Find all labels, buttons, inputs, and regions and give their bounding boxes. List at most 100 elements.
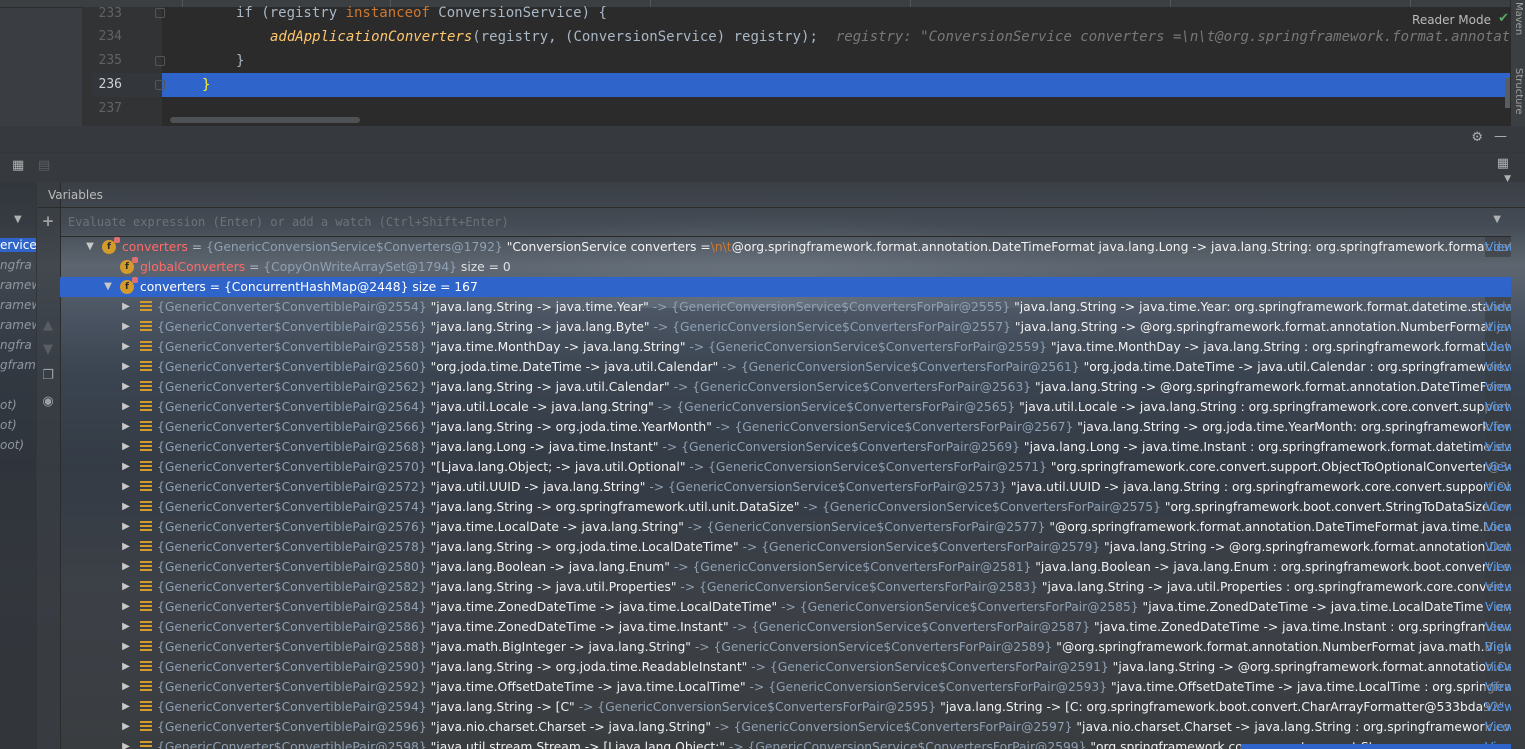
chevron-right-icon[interactable]: ▶	[120, 717, 132, 737]
map-entry-row[interactable]: ▶ {GenericConverter$ConvertiblePair@2592}…	[60, 677, 1511, 697]
frame-item[interactable]: ngfra	[0, 258, 36, 272]
frame-item-selected[interactable]: ervice	[0, 238, 36, 252]
map-entry-row[interactable]: ▶ {GenericConverter$ConvertiblePair@2574}…	[60, 497, 1511, 517]
frame-item[interactable]: ramewo	[0, 278, 36, 292]
view-link[interactable]: View	[1485, 437, 1511, 457]
map-entry-row[interactable]: ▶ {GenericConverter$ConvertiblePair@2572}…	[60, 477, 1511, 497]
chevron-right-icon[interactable]: ▶	[120, 637, 132, 657]
view-link[interactable]: View	[1485, 537, 1511, 557]
map-entry-row[interactable]: ▶ {GenericConverter$ConvertiblePair@2582}…	[60, 577, 1511, 597]
move-down-icon[interactable]: ▼	[40, 342, 56, 357]
dropdown-icon[interactable]: ▼	[14, 214, 22, 225]
dropdown-icon[interactable]: ▼	[1504, 174, 1511, 184]
chevron-right-icon[interactable]: ▶	[120, 677, 132, 697]
splitter[interactable]	[82, 7, 92, 126]
add-watch-icon[interactable]: +	[40, 212, 56, 230]
frame-item[interactable]: ramewo	[0, 298, 36, 312]
chevron-right-icon[interactable]: ▶	[120, 337, 132, 357]
structure-tool-tab[interactable]: Structure	[1512, 68, 1524, 126]
map-entry-row[interactable]: ▶ {GenericConverter$ConvertiblePair@2560}…	[60, 357, 1511, 377]
map-entry-row[interactable]: ▶ {GenericConverter$ConvertiblePair@2586}…	[60, 617, 1511, 637]
code-lines[interactable]: if (registry instanceof ConversionServic…	[162, 5, 1519, 126]
chevron-right-icon[interactable]: ▶	[120, 697, 132, 717]
chevron-right-icon[interactable]: ▶	[120, 297, 132, 317]
map-entry-row[interactable]: ▶ {GenericConverter$ConvertiblePair@2568}…	[60, 437, 1511, 457]
chevron-right-icon[interactable]: ▶	[120, 397, 132, 417]
map-entry-row[interactable]: ▶ {GenericConverter$ConvertiblePair@2562}…	[60, 377, 1511, 397]
map-entry-row[interactable]: ▶ {GenericConverter$ConvertiblePair@2578}…	[60, 537, 1511, 557]
chevron-right-icon[interactable]: ▶	[120, 437, 132, 457]
chevron-right-icon[interactable]: ▶	[120, 317, 132, 337]
view-link[interactable]: View	[1485, 357, 1511, 377]
map-entry-row[interactable]: ▶ {GenericConverter$ConvertiblePair@2558}…	[60, 337, 1511, 357]
view-link[interactable]: View	[1485, 457, 1511, 477]
view-link[interactable]: View	[1485, 637, 1511, 657]
chevron-right-icon[interactable]: ▶	[120, 457, 132, 477]
chevron-right-icon[interactable]: ▶	[120, 537, 132, 557]
layout-icon[interactable]: ▦	[1497, 156, 1509, 171]
view-link[interactable]: View	[1485, 477, 1511, 497]
map-entry-row[interactable]: ▶ {GenericConverter$ConvertiblePair@2566}…	[60, 417, 1511, 437]
view-link[interactable]: View	[1485, 517, 1511, 537]
map-entry-row[interactable]: ▶ {GenericConverter$ConvertiblePair@2588}…	[60, 637, 1511, 657]
code-editor[interactable]: 233 234 235 236 237 if (registry instanc…	[0, 0, 1525, 126]
right-tool-rail[interactable]: Maven Structure	[1510, 0, 1525, 126]
view-link[interactable]: View	[1485, 397, 1511, 417]
chevron-right-icon[interactable]: ▶	[120, 497, 132, 517]
chevron-down-icon[interactable]: ▼	[1493, 214, 1501, 225]
view-link[interactable]: View	[1485, 577, 1511, 597]
view-link[interactable]: View	[1485, 317, 1511, 337]
evaluate-expression-input[interactable]: Evaluate expression (Enter) or add a wat…	[68, 215, 509, 229]
minimize-icon[interactable]: —	[1494, 129, 1507, 144]
view-link[interactable]: View	[1485, 697, 1511, 717]
move-up-icon[interactable]: ▲	[40, 318, 56, 333]
chevron-right-icon[interactable]: ▶	[120, 557, 132, 577]
tree-row-converters-map[interactable]: ▼ f converters = {ConcurrentHashMap@2448…	[60, 277, 1511, 297]
chevron-right-icon[interactable]: ▶	[120, 657, 132, 677]
eye-icon[interactable]: ◉	[40, 394, 56, 409]
horizontal-scrollbar[interactable]	[170, 117, 360, 123]
variables-tree[interactable]: ▼ f converters = {GenericConversionServi…	[60, 237, 1511, 749]
view-link[interactable]: View	[1485, 677, 1511, 697]
chevron-down-icon[interactable]: ▼	[102, 277, 114, 297]
view-link[interactable]: View	[1485, 417, 1511, 437]
frame-item[interactable]: ngfra	[0, 338, 36, 352]
map-entry-row[interactable]: ▶ {GenericConverter$ConvertiblePair@2580}…	[60, 557, 1511, 577]
chevron-right-icon[interactable]: ▶	[120, 597, 132, 617]
view-link[interactable]: View	[1485, 617, 1511, 637]
chevron-right-icon[interactable]: ▶	[120, 517, 132, 537]
maven-tool-tab[interactable]: Maven	[1512, 2, 1524, 42]
view-link[interactable]: View	[1485, 337, 1511, 357]
map-entry-row[interactable]: ▶ {GenericConverter$ConvertiblePair@2564}…	[60, 397, 1511, 417]
evaluate-expression-field[interactable]: Evaluate expression (Enter) or add a wat…	[60, 210, 1511, 237]
restore-layout-icon[interactable]: ▤	[38, 158, 50, 173]
view-link[interactable]: View	[1485, 557, 1511, 577]
panel-scrollbar[interactable]	[1241, 744, 1511, 749]
view-link[interactable]: View	[1485, 717, 1511, 737]
chevron-right-icon[interactable]: ▶	[120, 357, 132, 377]
frame-item[interactable]: gfram	[0, 358, 36, 372]
map-entry-row[interactable]: ▶ {GenericConverter$ConvertiblePair@2556}…	[60, 317, 1511, 337]
chevron-right-icon[interactable]: ▶	[120, 617, 132, 637]
map-entry-row[interactable]: ▶ {GenericConverter$ConvertiblePair@2570}…	[60, 457, 1511, 477]
map-entry-row[interactable]: ▶ {GenericConverter$ConvertiblePair@2590}…	[60, 657, 1511, 677]
chevron-right-icon[interactable]: ▶	[120, 577, 132, 597]
view-link[interactable]: View	[1485, 377, 1511, 397]
reader-mode-toggle[interactable]: Reader Mode	[1412, 13, 1491, 27]
view-link[interactable]: View	[1485, 657, 1511, 677]
frame-item[interactable]: ot)	[0, 398, 36, 412]
tree-row-converters-root[interactable]: ▼ f converters = {GenericConversionServi…	[60, 237, 1511, 257]
chevron-down-icon[interactable]: ▼	[84, 237, 96, 257]
frame-item[interactable]: oot)	[0, 438, 36, 452]
map-entry-row[interactable]: ▶ {GenericConverter$ConvertiblePair@2596}…	[60, 717, 1511, 737]
frame-item[interactable]: ramewo	[0, 318, 36, 332]
frame-item[interactable]: ot)	[0, 418, 36, 432]
copy-icon[interactable]: ❐	[40, 368, 56, 383]
map-entry-row[interactable]: ▶ {GenericConverter$ConvertiblePair@2594}…	[60, 697, 1511, 717]
gear-icon[interactable]: ⚙	[1471, 130, 1483, 145]
tree-row-global-converters[interactable]: f globalConverters = {CopyOnWriteArraySe…	[60, 257, 1511, 277]
map-entry-row[interactable]: ▶ {GenericConverter$ConvertiblePair@2554}…	[60, 297, 1511, 317]
table-view-icon[interactable]: ▦	[12, 158, 24, 173]
view-link[interactable]: View	[1485, 497, 1511, 517]
view-link[interactable]: View	[1485, 297, 1511, 317]
